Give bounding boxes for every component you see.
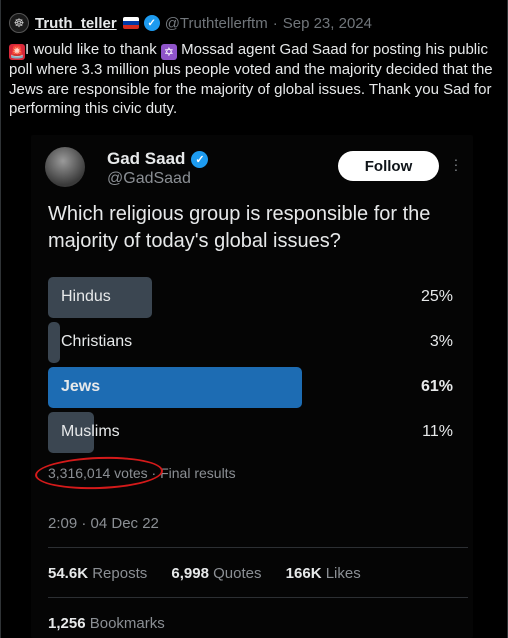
date-separator: · xyxy=(272,14,278,32)
more-options-icon: · · · xyxy=(453,151,459,177)
tweet-text-part1: I would like to thank xyxy=(25,41,161,58)
bookmarks-label: Bookmarks xyxy=(89,615,165,632)
poll-option-christians: Christians 3% xyxy=(48,322,453,363)
author-handle[interactable]: @Truthtellerftm xyxy=(165,15,268,32)
embedded-handle: @GadSaad xyxy=(107,170,191,187)
bookmarks-stat: 1,256 Bookmarks xyxy=(48,615,165,632)
russia-flag-icon xyxy=(122,17,139,29)
poll-option-percent: 25% xyxy=(420,288,453,305)
poll-option-hindus: Hindus 25% xyxy=(48,277,453,318)
follow-button: Follow xyxy=(338,151,439,181)
quotes-count: 6,998 xyxy=(171,565,209,582)
results-status: Final results xyxy=(160,465,236,481)
likes-label: Likes xyxy=(325,565,361,582)
embedded-avatar xyxy=(45,147,85,187)
reposts-count: 54.6K xyxy=(48,565,89,582)
poll-question: Which religious group is responsible for… xyxy=(48,203,431,252)
bookmarks-count: 1,256 xyxy=(48,615,86,632)
embedded-timestamp: 2:09 · 04 Dec 22 xyxy=(48,515,159,532)
embedded-author: Gad Saad ✓ xyxy=(107,149,209,169)
poll-option-label: Muslims xyxy=(61,423,120,440)
tweet-header: ☸ Truth_teller ✓ @Truthtellerftm · Sep 2… xyxy=(9,12,372,34)
poll-option-percent: 3% xyxy=(429,333,453,350)
author-avatar[interactable]: ☸ xyxy=(9,13,29,33)
reposts-label: Reposts xyxy=(92,565,148,582)
red-annotation-circle xyxy=(34,454,164,492)
author-name[interactable]: Truth_teller xyxy=(35,15,117,32)
verified-badge-icon: ✓ xyxy=(143,15,160,31)
tweet-card: ☸ Truth_teller ✓ @Truthtellerftm · Sep 2… xyxy=(0,0,508,638)
poll-option-muslims: Muslims 11% xyxy=(48,412,453,453)
embedded-screenshot[interactable]: Gad Saad ✓ @GadSaad Follow · · · Which rel… xyxy=(31,135,473,638)
divider xyxy=(48,547,468,548)
embedded-verified-icon: ✓ xyxy=(191,150,209,168)
star-of-david-icon: ✡ xyxy=(160,44,177,60)
tweet-date[interactable]: Sep 23, 2024 xyxy=(283,15,372,32)
quotes-label: Quotes xyxy=(213,565,262,582)
poll-option-label: Jews xyxy=(61,378,101,395)
poll-option-label: Hindus xyxy=(61,288,111,305)
siren-icon: 🚨 xyxy=(9,44,25,60)
poll-option-percent: 61% xyxy=(420,378,453,395)
engagement-stats: 54.6K Reposts 6,998 Quotes 166K Likes xyxy=(48,565,381,582)
poll-bar xyxy=(48,322,60,363)
poll-option-label: Christians xyxy=(61,333,133,350)
likes-count: 166K xyxy=(285,565,322,582)
divider xyxy=(48,597,468,598)
tweet-text: 🚨I would like to thank ✡ Mossad agent Ga… xyxy=(9,40,501,119)
poll-option-percent: 11% xyxy=(422,423,453,440)
embedded-name: Gad Saad xyxy=(107,149,186,168)
poll-option-jews: Jews 61% xyxy=(48,367,453,408)
